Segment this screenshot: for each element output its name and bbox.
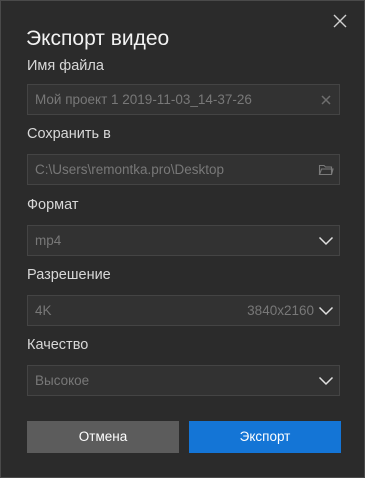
resolution-label: Разрешение — [27, 267, 111, 283]
export-video-dialog: Экспорт видео Имя файла Мой проект 1 201… — [0, 0, 365, 478]
chevron-down-icon — [318, 236, 334, 246]
save-to-value: C:\Users\remontka.pro\Desktop — [35, 162, 225, 177]
quality-select[interactable]: Высокое — [27, 365, 340, 396]
clear-icon — [321, 95, 331, 105]
quality-value: Высокое — [35, 373, 90, 388]
resolution-detail: 3840x2160 — [247, 303, 314, 318]
clear-button[interactable] — [318, 92, 334, 108]
chevron-down-icon — [318, 376, 334, 386]
resolution-value: 4K — [35, 303, 52, 318]
save-to-label: Сохранить в — [27, 126, 111, 142]
folder-icon — [318, 164, 334, 176]
file-name-label: Имя файла — [27, 58, 104, 74]
quality-label: Качество — [27, 337, 89, 353]
resolution-select[interactable]: 4K 3840x2160 — [27, 295, 340, 326]
export-button[interactable]: Экспорт — [189, 421, 341, 453]
save-to-field[interactable]: C:\Users\remontka.pro\Desktop — [27, 154, 340, 185]
dialog-title: Экспорт видео — [26, 27, 170, 50]
cancel-button[interactable]: Отмена — [27, 421, 179, 453]
file-name-field[interactable]: Мой проект 1 2019-11-03_14-37-26 — [27, 84, 340, 115]
file-name-value: Мой проект 1 2019-11-03_14-37-26 — [35, 92, 252, 107]
chevron-down-icon — [318, 306, 334, 316]
close-button[interactable] — [330, 11, 350, 31]
browse-folder-button[interactable] — [318, 162, 334, 178]
format-label: Формат — [27, 197, 79, 213]
close-icon — [333, 14, 347, 28]
format-value: mp4 — [35, 233, 62, 248]
format-select[interactable]: mp4 — [27, 225, 340, 256]
